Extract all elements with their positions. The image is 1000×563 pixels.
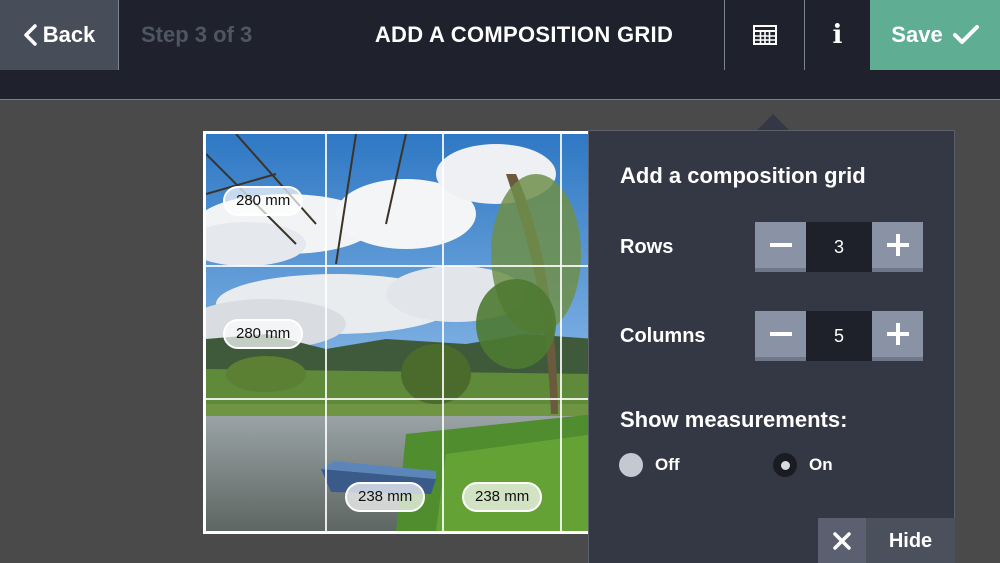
columns-label: Columns xyxy=(620,325,706,347)
column-measurement-label: 238 mm xyxy=(462,482,543,512)
rows-value[interactable]: 3 xyxy=(806,222,872,272)
off-label: Off xyxy=(655,455,680,474)
on-label: On xyxy=(809,455,833,474)
divider xyxy=(724,0,725,70)
hide-button[interactable]: Hide xyxy=(818,518,955,563)
measurements-on-option[interactable]: On xyxy=(773,453,833,477)
step-indicator: Step 3 of 3 xyxy=(141,22,253,47)
columns-stepper: 5 xyxy=(755,311,923,361)
rows-increment-button[interactable] xyxy=(872,222,923,272)
measurements-off-option[interactable]: Off xyxy=(619,453,680,477)
columns-increment-button[interactable] xyxy=(872,311,923,361)
sub-toolbar xyxy=(0,70,1000,100)
close-icon xyxy=(833,532,851,550)
grid-icon xyxy=(753,25,777,45)
close-icon-wrap xyxy=(818,518,866,563)
show-measurements-label: Show measurements: xyxy=(620,407,848,432)
top-bar: Back Step 3 of 3 ADD A COMPOSITION GRID … xyxy=(0,0,1000,70)
divider xyxy=(118,0,119,70)
radio-on-selected[interactable] xyxy=(773,453,797,477)
photo-canvas: 280 mm 280 mm 238 mm 238 mm xyxy=(203,131,598,534)
landscape-photo: 280 mm 280 mm 238 mm 238 mm xyxy=(206,134,595,531)
rows-label: Rows xyxy=(620,236,674,258)
chevron-left-icon xyxy=(23,24,37,46)
checkmark-icon xyxy=(952,25,979,44)
radio-off[interactable] xyxy=(619,453,643,477)
rows-decrement-button[interactable] xyxy=(755,222,806,272)
composition-grid-panel: Add a composition grid Rows 3 Columns 5 … xyxy=(588,130,955,563)
popover-caret xyxy=(756,114,790,131)
back-button[interactable]: Back xyxy=(0,0,118,70)
grid-line xyxy=(560,134,562,531)
grid-line xyxy=(325,134,327,531)
save-button[interactable]: Save xyxy=(870,0,1000,70)
minus-icon xyxy=(769,332,792,336)
grid-line xyxy=(442,134,444,531)
columns-value[interactable]: 5 xyxy=(806,311,872,361)
info-icon: i xyxy=(832,20,843,50)
column-measurement-label: 238 mm xyxy=(345,482,426,512)
rows-stepper: 3 xyxy=(755,222,923,272)
hide-label: Hide xyxy=(866,518,955,563)
info-button[interactable]: i xyxy=(805,0,870,70)
minus-icon xyxy=(769,243,792,247)
row-measurement-label: 280 mm xyxy=(223,319,304,349)
grid-button[interactable] xyxy=(726,0,804,70)
columns-decrement-button[interactable] xyxy=(755,311,806,361)
row-measurement-label: 280 mm xyxy=(223,186,304,216)
page-title: ADD A COMPOSITION GRID xyxy=(374,22,674,47)
back-label: Back xyxy=(42,22,96,47)
plus-icon xyxy=(886,323,909,345)
panel-title: Add a composition grid xyxy=(620,163,866,188)
save-label: Save xyxy=(891,22,943,47)
plus-icon xyxy=(886,234,909,256)
grid-line xyxy=(206,398,595,400)
grid-line xyxy=(206,265,595,267)
